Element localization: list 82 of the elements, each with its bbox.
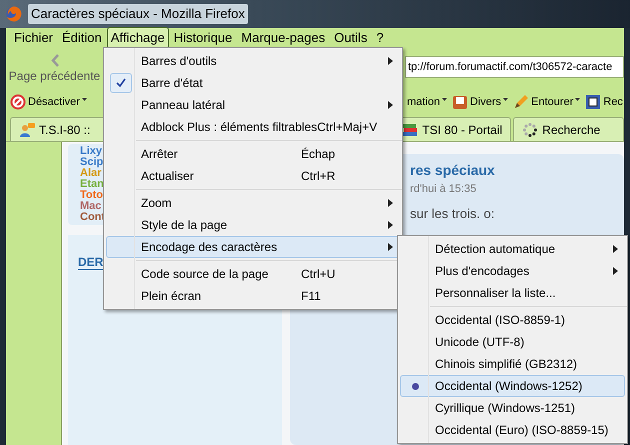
- menu-item[interactable]: Occidental (Euro) (ISO-8859-15): [400, 419, 625, 441]
- back-button[interactable]: Page précédente: [6, 54, 103, 84]
- post-title: res spéciaux: [410, 161, 496, 180]
- menu-item-label: Occidental (ISO-8859-1): [435, 312, 566, 329]
- menu-item-label: Actualiser: [141, 168, 194, 185]
- menu-item-label: Plus d'encodages: [435, 263, 530, 280]
- menu-item-label: Adblock Plus : éléments filtrables: [141, 119, 318, 136]
- menu-item[interactable]: Arrêter Échap: [106, 143, 400, 165]
- menu-bar-item[interactable]: Marque-pages: [237, 27, 330, 49]
- loading-icon: [522, 122, 538, 138]
- shortcut-label: Échap: [301, 146, 336, 163]
- window-title: Caractères spéciaux - Mozilla Firefox: [28, 4, 248, 24]
- browser-logo-icon: [6, 6, 22, 22]
- shortcut-label: Ctrl+U: [301, 266, 336, 283]
- menu-item-label: Occidental (Euro) (ISO-8859-15): [435, 422, 608, 439]
- toolbar-button[interactable]: Divers: [452, 94, 508, 110]
- menu-item[interactable]: Barres d'outils: [106, 50, 400, 72]
- menu-item-label: Barres d'outils: [141, 53, 217, 70]
- menu-item-label: Unicode (UTF-8): [435, 334, 524, 351]
- menu-item-label: Chinois simplifié (GB2312): [435, 356, 578, 373]
- toolbar-button[interactable]: Entourer: [513, 94, 580, 110]
- caret-icon: [442, 98, 447, 101]
- menu-item[interactable]: Panneau latéral: [106, 94, 400, 116]
- menu-item-label: Personnaliser la liste...: [435, 285, 556, 302]
- toolbar-button[interactable]: Rec: [585, 94, 623, 110]
- menu-item[interactable]: Détection automatique: [400, 238, 625, 260]
- caret-icon: [575, 98, 580, 101]
- address-field[interactable]: tp://forum.forumactif.com/t306572-caracte: [405, 56, 624, 78]
- menu-item-label: Style de la page: [141, 217, 228, 234]
- menu-item[interactable]: Zoom: [106, 192, 400, 214]
- submenu-arrow-icon: [388, 101, 392, 109]
- submenu-arrow-icon: [388, 221, 392, 229]
- submenu-arrow-icon: [388, 199, 392, 207]
- menu-item-label: Zoom: [141, 195, 172, 212]
- menu-item[interactable]: Cyrillique (Windows-1251): [400, 397, 625, 419]
- menu-item-label: Code source de la page: [141, 266, 268, 283]
- submenu-arrow-icon: [388, 243, 392, 251]
- caret-icon: [82, 98, 87, 101]
- menu-bar-item[interactable]: Historique: [170, 27, 236, 49]
- menu-bar-item[interactable]: ?: [372, 27, 388, 49]
- menu-item[interactable]: Code source de la page Ctrl+U: [106, 263, 400, 285]
- post-text: sur les trois. o:: [410, 204, 496, 222]
- menu-item[interactable]: Unicode (UTF-8): [400, 331, 625, 353]
- menu-bar-item[interactable]: Fichier: [10, 27, 58, 49]
- menu-item-label: Plein écran: [141, 288, 202, 305]
- menu-item[interactable]: Encodage des caractères: [106, 236, 400, 258]
- caret-icon: [503, 98, 508, 101]
- menu-bar-item[interactable]: Édition: [58, 27, 106, 49]
- menu-item[interactable]: Plus d'encodages: [400, 260, 625, 282]
- menu-item-label: Panneau latéral: [141, 97, 226, 114]
- menu-item[interactable]: Occidental (ISO-8859-1): [400, 309, 625, 331]
- menu-item[interactable]: Style de la page: [106, 214, 400, 236]
- shortcut-label: Ctrl+Maj+V: [317, 119, 378, 136]
- menu-item[interactable]: Plein écran F11: [106, 285, 400, 307]
- menu-item[interactable]: Chinois simplifié (GB2312): [400, 353, 625, 375]
- user-icon: [19, 122, 35, 138]
- pencil-icon: [513, 94, 530, 110]
- toolbar-button[interactable]: mation: [406, 94, 447, 110]
- post-date: rd'hui à 15:35: [410, 182, 478, 197]
- crop-icon: [585, 94, 602, 110]
- menu-item[interactable]: Occidental (Windows-1252): [400, 375, 625, 397]
- menu-item[interactable]: Personnaliser la liste...: [400, 282, 625, 304]
- browser-tab[interactable]: Recherche: [513, 117, 624, 141]
- menu-item[interactable]: Actualiser Ctrl+R: [106, 165, 400, 187]
- toolbar-button[interactable]: Désactiver: [10, 94, 87, 110]
- menu-item-label: Occidental (Windows-1252): [435, 378, 582, 395]
- menu-item[interactable]: Barre d'état: [106, 72, 400, 94]
- submenu-arrow-icon: [612, 267, 618, 275]
- submenu-arrow-icon: [612, 245, 618, 253]
- menu-bar-item[interactable]: Affichage: [106, 27, 169, 49]
- menu-item-label: Cyrillique (Windows-1251): [435, 400, 576, 417]
- menu-item-label: Détection automatique: [435, 241, 556, 258]
- shortcut-label: F11: [301, 288, 322, 305]
- prohibited-icon: [10, 94, 26, 110]
- inbox-icon: [452, 94, 468, 110]
- menu-bar-item[interactable]: Outils: [330, 27, 372, 49]
- shortcut-label: Ctrl+R: [301, 168, 336, 185]
- books-icon: [402, 122, 418, 138]
- menu-item-label: Arrêter: [141, 146, 178, 163]
- submenu-arrow-icon: [388, 57, 392, 65]
- menu-item-label: Encodage des caractères: [141, 239, 278, 256]
- menu-item-label: Barre d'état: [141, 75, 203, 92]
